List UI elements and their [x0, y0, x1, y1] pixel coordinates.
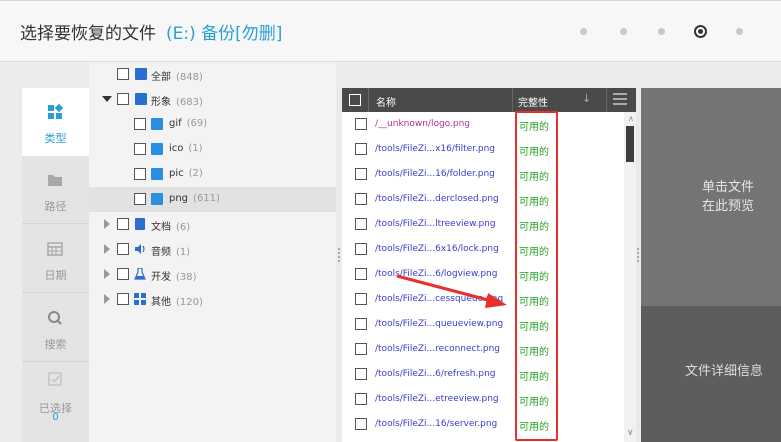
recovery-window: 选择要恢复的文件 (E:) 备份[勿删] 类型 路径 日期 搜索 已选择 0 全…	[0, 0, 781, 442]
annotation-arrow	[396, 274, 507, 308]
